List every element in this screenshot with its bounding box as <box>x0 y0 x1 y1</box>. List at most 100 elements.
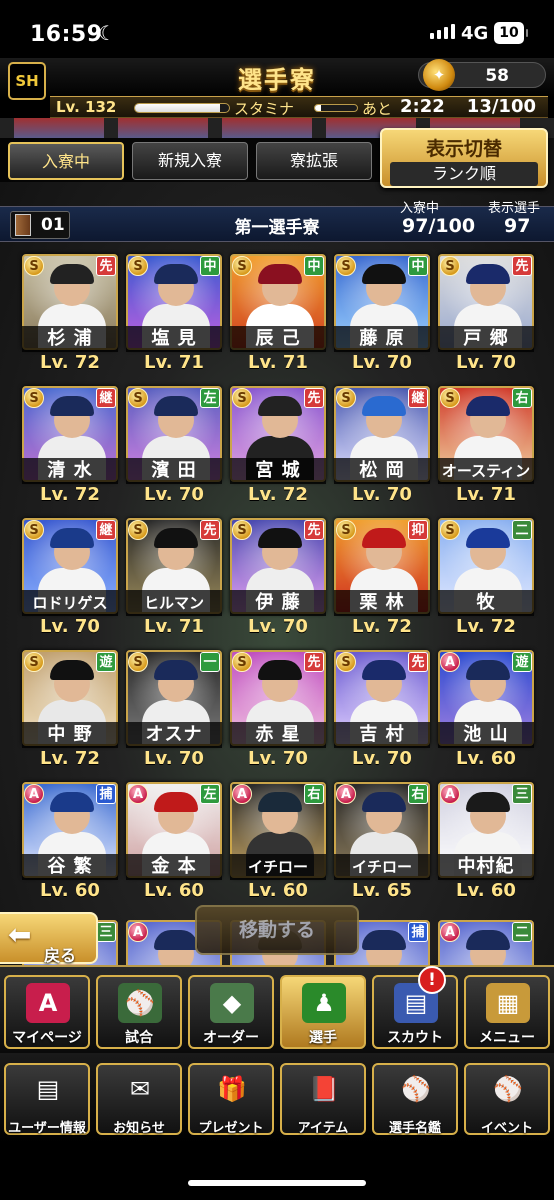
player-name: 清 水 <box>22 458 118 484</box>
player-card[interactable]: A 遊池 山 Lv. 60 <box>438 650 534 772</box>
event-icon: ⚾ <box>493 1075 523 1103</box>
player-card[interactable]: S 先赤 星 Lv. 70 <box>230 650 326 772</box>
player-card[interactable]: A 捕谷 繁 Lv. 60 <box>22 782 118 904</box>
player-name: オースティン <box>438 458 534 484</box>
sub-nav-item-player-directory[interactable]: ⚾ 選手名鑑 <box>372 1063 458 1136</box>
player-card[interactable]: S 先伊 藤 Lv. 70 <box>230 518 326 640</box>
player-name: 戸 郷 <box>438 326 534 352</box>
position-badge: 中 <box>304 256 324 276</box>
position-badge: 左 <box>200 784 220 804</box>
player-level: Lv. 72 <box>40 352 100 373</box>
position-badge: 先 <box>408 652 428 672</box>
player-card[interactable]: S 二牧 Lv. 72 <box>438 518 534 640</box>
player-card[interactable]: S 遊中 野 Lv. 72 <box>22 650 118 772</box>
sub-nav-item-present[interactable]: 🎁 プレゼント <box>188 1063 274 1136</box>
player-level: Lv. 132 <box>56 98 117 116</box>
player-card[interactable]: S 継ロドリゲス Lv. 70 <box>22 518 118 640</box>
player-card[interactable]: A 右イチロー Lv. 60 <box>230 782 326 904</box>
back-button[interactable]: ⬅ 戻る <box>0 912 98 965</box>
player-card[interactable]: A 右イチロー Lv. 65 <box>334 782 430 904</box>
player-card[interactable]: S 中藤 原 Lv. 70 <box>334 254 430 376</box>
signal-icon <box>430 24 455 39</box>
player-card[interactable]: A 三中村紀 Lv. 60 <box>438 782 534 904</box>
player-level: Lv. 72 <box>40 484 100 505</box>
position-badge: 先 <box>200 520 220 540</box>
rank-badge-icon: S <box>128 652 148 672</box>
stamina-fill <box>315 105 322 111</box>
player-card[interactable]: S 抑栗 林 Lv. 72 <box>334 518 430 640</box>
player-card[interactable]: S 先戸 郷 Lv. 70 <box>438 254 534 376</box>
sub-nav-item-event[interactable]: ⚾ イベント <box>464 1063 550 1136</box>
rank-badge-icon: S <box>24 520 44 540</box>
position-badge: 中 <box>200 256 220 276</box>
tab-new-entry[interactable]: 新規入寮 <box>132 142 248 180</box>
player-level: Lv. 70 <box>248 748 308 769</box>
position-badge: 先 <box>512 256 532 276</box>
player-card[interactable]: S 先ヒルマン Lv. 71 <box>126 518 222 640</box>
display-toggle-button[interactable]: 表示切替 ランク順 <box>380 128 548 188</box>
position-badge: 二 <box>512 922 532 942</box>
player-card[interactable]: S 右オースティン Lv. 71 <box>438 386 534 508</box>
rank-badge-icon: S <box>336 388 356 408</box>
player-level: Lv. 70 <box>248 616 308 637</box>
player-level: Lv. 70 <box>352 748 412 769</box>
capacity-label: 入寮中 <box>400 201 440 216</box>
rank-badge-icon: S <box>232 388 252 408</box>
player-card[interactable]: S 中塩 見 Lv. 71 <box>126 254 222 376</box>
sub-nav-item-item[interactable]: 📕 アイテム <box>280 1063 366 1136</box>
sub-nav-label: プレゼント <box>198 1121 264 1136</box>
player-name: 牧 <box>438 590 534 616</box>
rank-badge-icon: S <box>24 388 44 408</box>
player-name: 塩 見 <box>126 326 222 352</box>
player-name: 金 本 <box>126 854 222 880</box>
stadium-icon: ⚾ <box>118 983 162 1023</box>
player-level: Lv. 72 <box>40 748 100 769</box>
team-logo[interactable]: SH <box>8 62 46 100</box>
move-button[interactable]: 移動する <box>195 905 359 955</box>
player-level: Lv. 70 <box>144 484 204 505</box>
sub-nav-item-notice[interactable]: ✉ お知らせ <box>96 1063 182 1136</box>
player-card[interactable]: S 継松 岡 Lv. 70 <box>334 386 430 508</box>
nav-item-player[interactable]: ♟ 選手 <box>280 975 366 1049</box>
player-level: Lv. 60 <box>40 880 100 901</box>
nav-item-stadium[interactable]: ⚾ 試合 <box>96 975 182 1049</box>
position-badge: 三 <box>96 922 116 942</box>
level-stamina-bar: Lv. 132 スタミナ あと 2:22 13/100 <box>50 96 548 118</box>
rank-badge-icon: S <box>232 520 252 540</box>
nav-item-field-order[interactable]: ◆ オーダー <box>188 975 274 1049</box>
player-icon: ♟ <box>302 983 346 1023</box>
player-level: Lv. 70 <box>456 352 516 373</box>
nav-item-mypage[interactable]: A マイページ <box>4 975 90 1049</box>
position-badge: 右 <box>304 784 324 804</box>
nav-item-scout[interactable]: ▤ スカウト <box>372 975 458 1049</box>
tab-in-dorm[interactable]: 入寮中 <box>8 142 124 180</box>
status-time: 16:59 <box>30 22 103 47</box>
currency-display[interactable]: ✦ 58 <box>418 59 546 91</box>
player-level: Lv. 60 <box>456 880 516 901</box>
player-card[interactable]: S 先宮 城 Lv. 72 <box>230 386 326 508</box>
rank-badge-icon: S <box>440 388 460 408</box>
stamina-label: スタミナ <box>234 100 295 118</box>
player-level: Lv. 60 <box>456 748 516 769</box>
player-card[interactable]: S 中辰 己 Lv. 71 <box>230 254 326 376</box>
player-level: Lv. 71 <box>456 484 516 505</box>
position-badge: 継 <box>408 388 428 408</box>
player-card[interactable]: S 先吉 村 Lv. 70 <box>334 650 430 772</box>
player-card[interactable]: A 左金 本 Lv. 60 <box>126 782 222 904</box>
position-badge: 継 <box>96 520 116 540</box>
rank-badge-icon: S <box>128 256 148 276</box>
item-icon: 📕 <box>309 1075 339 1103</box>
present-icon: 🎁 <box>217 1075 247 1103</box>
position-badge: 先 <box>304 520 324 540</box>
player-card[interactable]: S 左濱 田 Lv. 70 <box>126 386 222 508</box>
player-card[interactable]: S 一オスナ Lv. 70 <box>126 650 222 772</box>
player-card[interactable]: S 先杉 浦 Lv. 72 <box>22 254 118 376</box>
sub-nav-item-user-info[interactable]: ▤ ユーザー情報 <box>4 1063 90 1136</box>
position-badge: 三 <box>512 784 532 804</box>
user-info-icon: ▤ <box>36 1075 60 1103</box>
nav-label: マイページ <box>12 1030 82 1046</box>
player-card[interactable]: S 継清 水 Lv. 72 <box>22 386 118 508</box>
nav-item-menu[interactable]: ▦ メニュー <box>464 975 550 1049</box>
status-bar: 16:59 ☾ 4G 10 <box>0 0 554 58</box>
tab-expand[interactable]: 寮拡張 <box>256 142 372 180</box>
